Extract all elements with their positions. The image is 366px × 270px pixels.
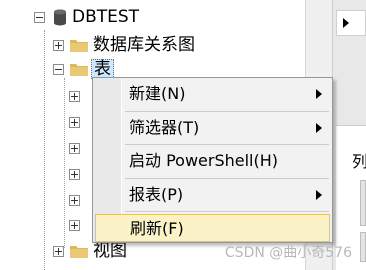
pane-button[interactable] [360,180,366,226]
collapse-icon[interactable] [34,11,45,23]
menu-item-label: 报表(P) [129,185,184,204]
pane-button[interactable] [360,232,366,262]
menu-separator [125,144,329,145]
tree-node-label-selected: 表 [91,59,114,79]
expand-icon[interactable] [69,168,80,180]
collapse-icon[interactable] [53,63,64,75]
menu-item-label: 筛选器(T) [129,118,200,137]
tree-node-label: 数据库关系图 [93,35,195,55]
expand-icon[interactable] [69,116,80,128]
folder-icon [70,246,88,258]
submenu-arrow-icon [316,123,322,133]
menu-item-label: 启动 PowerShell(H) [129,151,279,170]
folder-icon [70,64,88,76]
tree-node-database[interactable]: DBTEST [34,6,139,28]
menu-item-label: 刷新(F) [130,219,184,238]
menu-item-label: 新建(N) [129,84,186,103]
menu-separator [125,211,329,212]
tree-node-views[interactable]: 视图 [53,240,127,262]
tree-child-row[interactable] [69,189,80,211]
expand-icon[interactable] [69,90,80,102]
database-label: DBTEST [72,7,140,27]
pane-toolbar[interactable] [336,10,366,36]
submenu-arrow-icon [316,89,322,99]
database-icon [54,9,66,25]
tree-child-row[interactable] [69,137,80,159]
menu-item-refresh[interactable]: 刷新(F) [95,214,330,242]
tree-child-row[interactable] [69,85,80,107]
tree-node-label: 视图 [93,241,127,261]
expand-icon[interactable] [69,142,80,154]
tree-child-row[interactable] [69,214,80,236]
play-icon[interactable] [343,18,349,28]
tree-child-row[interactable] [69,111,80,133]
tab-columns[interactable]: 列 [352,148,366,172]
menu-item-powershell[interactable]: 启动 PowerShell(H) [95,147,330,175]
tree-node-diagrams[interactable]: 数据库关系图 [53,34,195,56]
menu-item-new[interactable]: 新建(N) [95,80,330,108]
tree-child-row[interactable] [69,163,80,185]
tree-guide [44,30,45,270]
tree-guide [64,78,65,248]
folder-icon [70,40,88,52]
expand-icon[interactable] [53,39,64,51]
submenu-arrow-icon [316,190,322,200]
menu-separator [125,111,329,112]
context-menu: 新建(N) 筛选器(T) 启动 PowerShell(H) 报表(P) 刷新(F… [92,77,333,243]
menu-item-reports[interactable]: 报表(P) [95,181,330,209]
expand-icon[interactable] [69,194,80,206]
watermark: CSDN @曲小奇576 [224,245,352,261]
menu-separator [125,178,329,179]
menu-item-filter[interactable]: 筛选器(T) [95,114,330,142]
expand-icon[interactable] [69,219,80,231]
expand-icon[interactable] [53,245,64,257]
